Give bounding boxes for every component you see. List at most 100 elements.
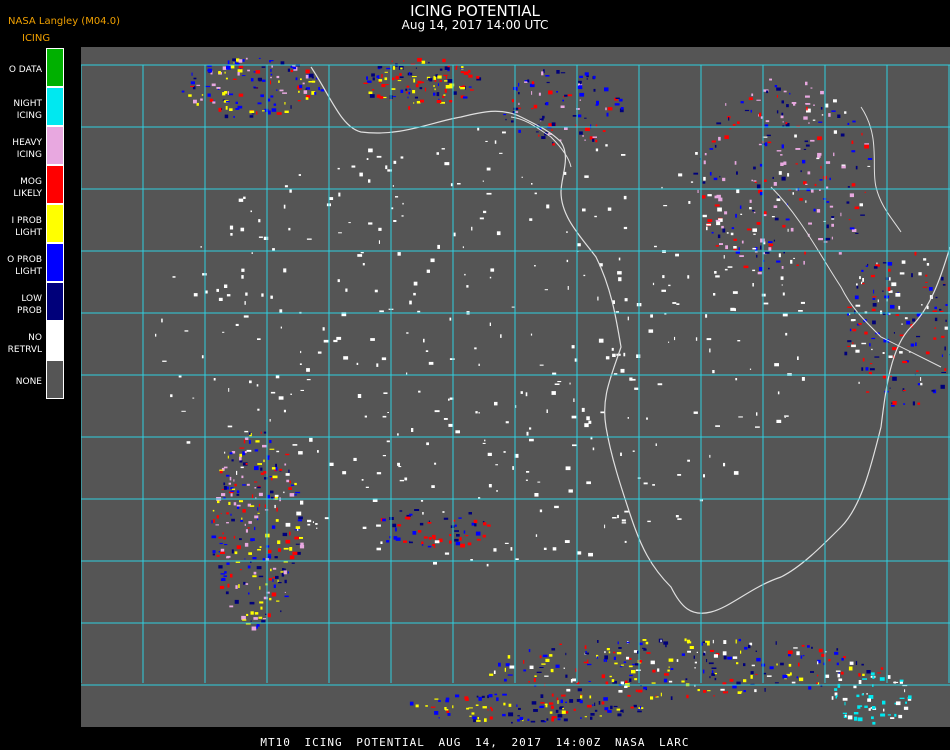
icing-pixel xyxy=(298,451,303,455)
icing-pixel xyxy=(584,716,587,718)
icing-pixel xyxy=(233,502,237,506)
icing-pixel xyxy=(366,158,369,160)
icing-pixel xyxy=(445,697,450,700)
icing-pixel xyxy=(616,708,621,711)
icing-pixel xyxy=(356,362,359,365)
icing-pixel xyxy=(623,226,628,230)
icing-pixel xyxy=(874,356,880,358)
icing-pixel xyxy=(444,80,448,82)
icing-pixel xyxy=(868,708,871,711)
icing-pixel xyxy=(244,542,249,547)
icing-pixel xyxy=(588,552,593,557)
icing-pixel xyxy=(464,696,469,700)
icing-pixel xyxy=(753,211,756,214)
icing-pixel xyxy=(495,464,498,466)
icing-pixel xyxy=(584,423,589,428)
icing-pixel xyxy=(702,181,706,184)
icing-pixel xyxy=(278,548,281,552)
icing-pixel xyxy=(612,353,616,357)
icing-pixel xyxy=(735,251,740,254)
icing-pixel xyxy=(729,128,732,130)
icing-pixel xyxy=(921,304,923,306)
icing-pixel xyxy=(186,441,191,444)
icing-pixel xyxy=(898,714,903,719)
icing-pixel xyxy=(283,409,286,413)
icing-pixel xyxy=(445,699,450,703)
icing-pixel xyxy=(813,104,815,106)
icing-pixel xyxy=(724,211,728,215)
icing-pixel xyxy=(920,377,922,381)
icing-pixel xyxy=(805,144,810,147)
icing-pixel xyxy=(615,97,620,99)
icing-pixel xyxy=(317,351,322,354)
icing-pixel xyxy=(654,245,657,248)
icing-pixel xyxy=(256,566,262,570)
icing-pixel xyxy=(569,699,574,703)
icing-pixel xyxy=(759,163,763,167)
icing-pixel xyxy=(856,283,858,286)
icing-pixel xyxy=(239,447,245,449)
icing-pixel xyxy=(223,575,227,577)
icing-pixel xyxy=(260,94,264,98)
icing-pixel xyxy=(225,77,228,80)
icing-pixel xyxy=(564,540,570,543)
icing-pixel xyxy=(861,269,864,272)
icing-pixel xyxy=(578,85,583,90)
icing-pixel xyxy=(539,118,544,121)
icing-pixel xyxy=(235,585,238,589)
icing-pixel xyxy=(820,107,823,110)
icing-pixel xyxy=(258,57,261,59)
icing-pixel xyxy=(428,61,430,64)
icing-pixel xyxy=(253,617,258,620)
icing-pixel xyxy=(473,519,478,523)
icing-pixel xyxy=(353,457,357,461)
icing-pixel xyxy=(245,292,248,296)
icing-pixel xyxy=(899,679,904,682)
icing-pixel xyxy=(736,189,740,194)
icing-pixel xyxy=(939,310,944,313)
icing-pixel xyxy=(740,691,743,693)
icing-pixel xyxy=(706,659,708,663)
icing-pixel xyxy=(433,546,436,548)
icing-pixel xyxy=(297,100,301,102)
icing-pixel xyxy=(216,554,220,557)
icing-pixel xyxy=(442,95,445,98)
icing-pixel xyxy=(550,129,554,131)
icing-pixel xyxy=(290,69,293,73)
icing-pixel xyxy=(526,431,529,436)
icing-pixel xyxy=(577,688,582,692)
icing-pixel xyxy=(725,245,728,250)
icing-pixel xyxy=(554,505,559,509)
icing-pixel xyxy=(251,626,257,631)
icing-pixel xyxy=(858,323,862,325)
icing-pixel xyxy=(538,134,540,137)
icing-pixel xyxy=(258,77,262,82)
icing-pixel xyxy=(246,483,250,486)
icing-pixel xyxy=(226,512,229,515)
icing-pixel xyxy=(284,595,289,598)
icing-pixel xyxy=(367,80,372,83)
icing-pixel xyxy=(548,702,554,705)
icing-pixel xyxy=(619,98,623,102)
icing-pixel xyxy=(601,674,605,679)
icing-pixel xyxy=(567,286,569,290)
icing-pixel xyxy=(566,259,569,263)
icing-pixel xyxy=(374,289,378,293)
icing-pixel xyxy=(300,389,304,391)
legend-swatch-none xyxy=(46,360,64,399)
icing-pixel xyxy=(338,192,341,197)
icing-pixel xyxy=(582,135,584,137)
icing-pixel xyxy=(237,72,240,76)
icing-pixel xyxy=(713,654,718,658)
icing-pixel xyxy=(798,662,800,667)
icing-pixel xyxy=(436,100,442,104)
icing-pixel xyxy=(564,94,568,97)
icing-pixel xyxy=(476,695,479,698)
icing-pixel xyxy=(476,720,481,722)
icing-pixel xyxy=(689,646,694,649)
icing-pixel xyxy=(282,92,287,94)
icing-pixel xyxy=(246,449,252,452)
icing-pixel xyxy=(342,471,347,475)
icing-pixel xyxy=(837,683,841,688)
icing-pixel xyxy=(759,267,763,271)
